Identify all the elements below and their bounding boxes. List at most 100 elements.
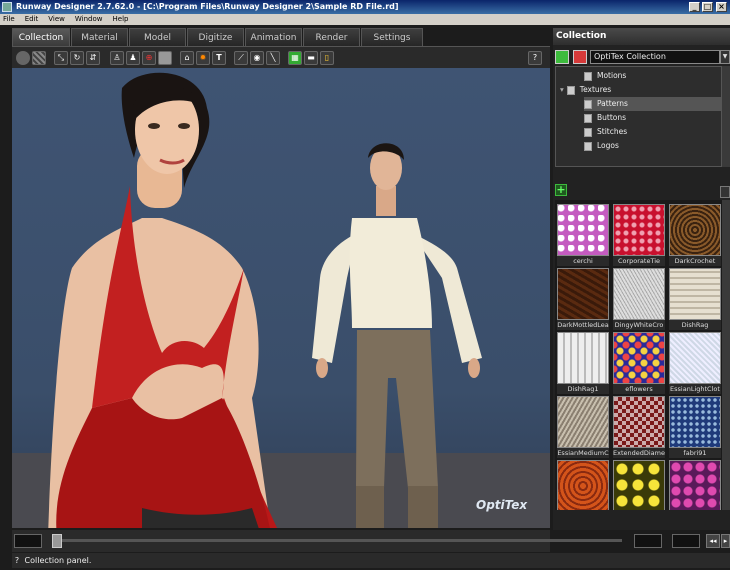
woman-left-figure: [48, 72, 278, 528]
green-swatch-button[interactable]: [555, 50, 569, 64]
swatch-image: [669, 332, 721, 384]
swatch-item[interactable]: CorporateTie: [613, 204, 665, 266]
end-frame-field[interactable]: [672, 534, 700, 548]
window-title: Runway Designer 2.7.62.0 - [C:\Program F…: [16, 2, 399, 11]
measure-icon[interactable]: ⟋: [234, 51, 248, 65]
move-icon[interactable]: ⇵: [86, 51, 100, 65]
help-figure-icon[interactable]: ?: [528, 51, 542, 65]
swatch-image: [557, 332, 609, 384]
swatch-item[interactable]: DarkCrochet: [669, 204, 721, 266]
collection-select[interactable]: OptiTex Collection: [590, 50, 720, 64]
bucket-icon[interactable]: ⌂: [180, 51, 194, 65]
file-icon: [584, 71, 592, 81]
swatch-item[interactable]: DingyWhiteCro: [613, 268, 665, 330]
swatch-item[interactable]: cerchi: [557, 204, 609, 266]
status-text: Collection panel.: [24, 556, 92, 565]
swatch-scrollbar[interactable]: [722, 200, 730, 510]
tree-scrollbar[interactable]: [722, 66, 730, 167]
minimize-button[interactable]: _: [689, 2, 700, 12]
swatch-item[interactable]: DarkMottledLea: [557, 268, 609, 330]
swatch-item[interactable]: DishRag1: [557, 332, 609, 394]
timeline-track[interactable]: [52, 539, 622, 542]
tab-settings[interactable]: Settings: [361, 28, 423, 46]
panel-title: Collection: [553, 28, 730, 45]
tree-item-textures[interactable]: ▾ Textures: [560, 83, 723, 97]
tab-render[interactable]: Render: [303, 28, 360, 46]
swatch-image: [613, 396, 665, 448]
tree-item-buttons[interactable]: Buttons: [584, 111, 723, 125]
optitex-logo: OptiTex: [476, 498, 528, 512]
toolbar: ⤡ ↻ ⇵ ♙ ♟ ⊕ ⌂ ✹ T ⟋ ◉ ╲ ▦ ▬ ▯ ?: [12, 46, 550, 68]
target-icon[interactable]: ⊕: [142, 51, 156, 65]
swatch-image: [613, 460, 665, 510]
menu-help[interactable]: Help: [113, 15, 129, 23]
swatch-image: [557, 204, 609, 256]
figure-icon[interactable]: ♙: [110, 51, 124, 65]
tab-digitize[interactable]: Digitize: [187, 28, 244, 46]
swatch-item[interactable]: fabri91: [669, 396, 721, 458]
timeline-handle[interactable]: [52, 534, 62, 548]
square-icon[interactable]: [158, 51, 172, 65]
swatch-item[interactable]: ExtendedDiame: [613, 396, 665, 458]
figure-alt-icon[interactable]: ♟: [126, 51, 140, 65]
document-icon[interactable]: ▯: [320, 51, 334, 65]
tree-item-patterns[interactable]: Patterns: [584, 97, 723, 111]
swatch-image: [669, 204, 721, 256]
start-frame-field[interactable]: [634, 534, 662, 548]
swatch-item[interactable]: EssianMediumC: [557, 396, 609, 458]
tab-bar: Collection Material Model Digitize Anima…: [12, 28, 550, 46]
capsule-icon[interactable]: ▬: [304, 51, 318, 65]
line-icon[interactable]: ╲: [266, 51, 280, 65]
tree-item-stitches[interactable]: Stitches: [584, 125, 723, 139]
swatch-image: [613, 204, 665, 256]
menu-view[interactable]: View: [48, 15, 65, 23]
timeline-bar: [12, 530, 622, 552]
status-bar: ? Collection panel.: [12, 553, 730, 568]
swatch-image: [669, 268, 721, 320]
tree-item-logos[interactable]: Logos: [584, 139, 723, 153]
tab-collection[interactable]: Collection: [12, 28, 70, 46]
tab-animation[interactable]: Animation: [245, 28, 302, 46]
folder-icon: [566, 85, 575, 95]
swatch-image: [557, 268, 609, 320]
rotate-icon[interactable]: ↻: [70, 51, 84, 65]
models-illustration: [48, 72, 482, 528]
help-icon[interactable]: ?: [12, 553, 22, 568]
flame-icon[interactable]: ✹: [196, 51, 210, 65]
menu-file[interactable]: File: [3, 15, 15, 23]
swatch-item[interactable]: [669, 460, 721, 510]
maximize-button[interactable]: □: [702, 2, 713, 12]
tab-model[interactable]: Model: [129, 28, 186, 46]
swatch-item[interactable]: DishRag: [669, 268, 721, 330]
expand-icon[interactable]: ▾: [560, 85, 564, 94]
file-icon: [584, 113, 592, 123]
collection-tree: Motions ▾ Textures Patterns Buttons Stitc…: [555, 66, 723, 167]
tree-item-motions[interactable]: Motions: [584, 69, 723, 83]
play-icon[interactable]: ▸: [721, 534, 730, 548]
tab-material[interactable]: Material: [71, 28, 128, 46]
chevron-down-icon[interactable]: ▼: [720, 50, 730, 64]
menu-window[interactable]: Window: [75, 15, 103, 23]
3d-viewport[interactable]: OptiTex: [12, 68, 550, 528]
sphere-icon[interactable]: [16, 51, 30, 65]
swatch-item[interactable]: eflowers: [613, 332, 665, 394]
eye-icon[interactable]: ◉: [250, 51, 264, 65]
frame-field[interactable]: [14, 534, 42, 548]
grid-icon[interactable]: ▦: [288, 51, 302, 65]
mesh-icon[interactable]: [32, 51, 46, 65]
close-button[interactable]: ×: [716, 2, 727, 12]
sort-icon[interactable]: [720, 186, 730, 198]
swatch-image: [613, 332, 665, 384]
red-swatch-button[interactable]: [573, 50, 587, 64]
swatch-image: [669, 396, 721, 448]
swatch-item[interactable]: [557, 460, 609, 510]
swatch-image: [669, 460, 721, 510]
rewind-icon[interactable]: ◂◂: [706, 534, 720, 548]
swatch-item[interactable]: EssianLightClot: [669, 332, 721, 394]
swatch-image: [613, 268, 665, 320]
text-icon[interactable]: T: [212, 51, 226, 65]
rotate-axis-icon[interactable]: ⤡: [54, 51, 68, 65]
menu-edit[interactable]: Edit: [25, 15, 39, 23]
swatch-item[interactable]: [613, 460, 665, 510]
add-icon[interactable]: +: [555, 184, 567, 196]
